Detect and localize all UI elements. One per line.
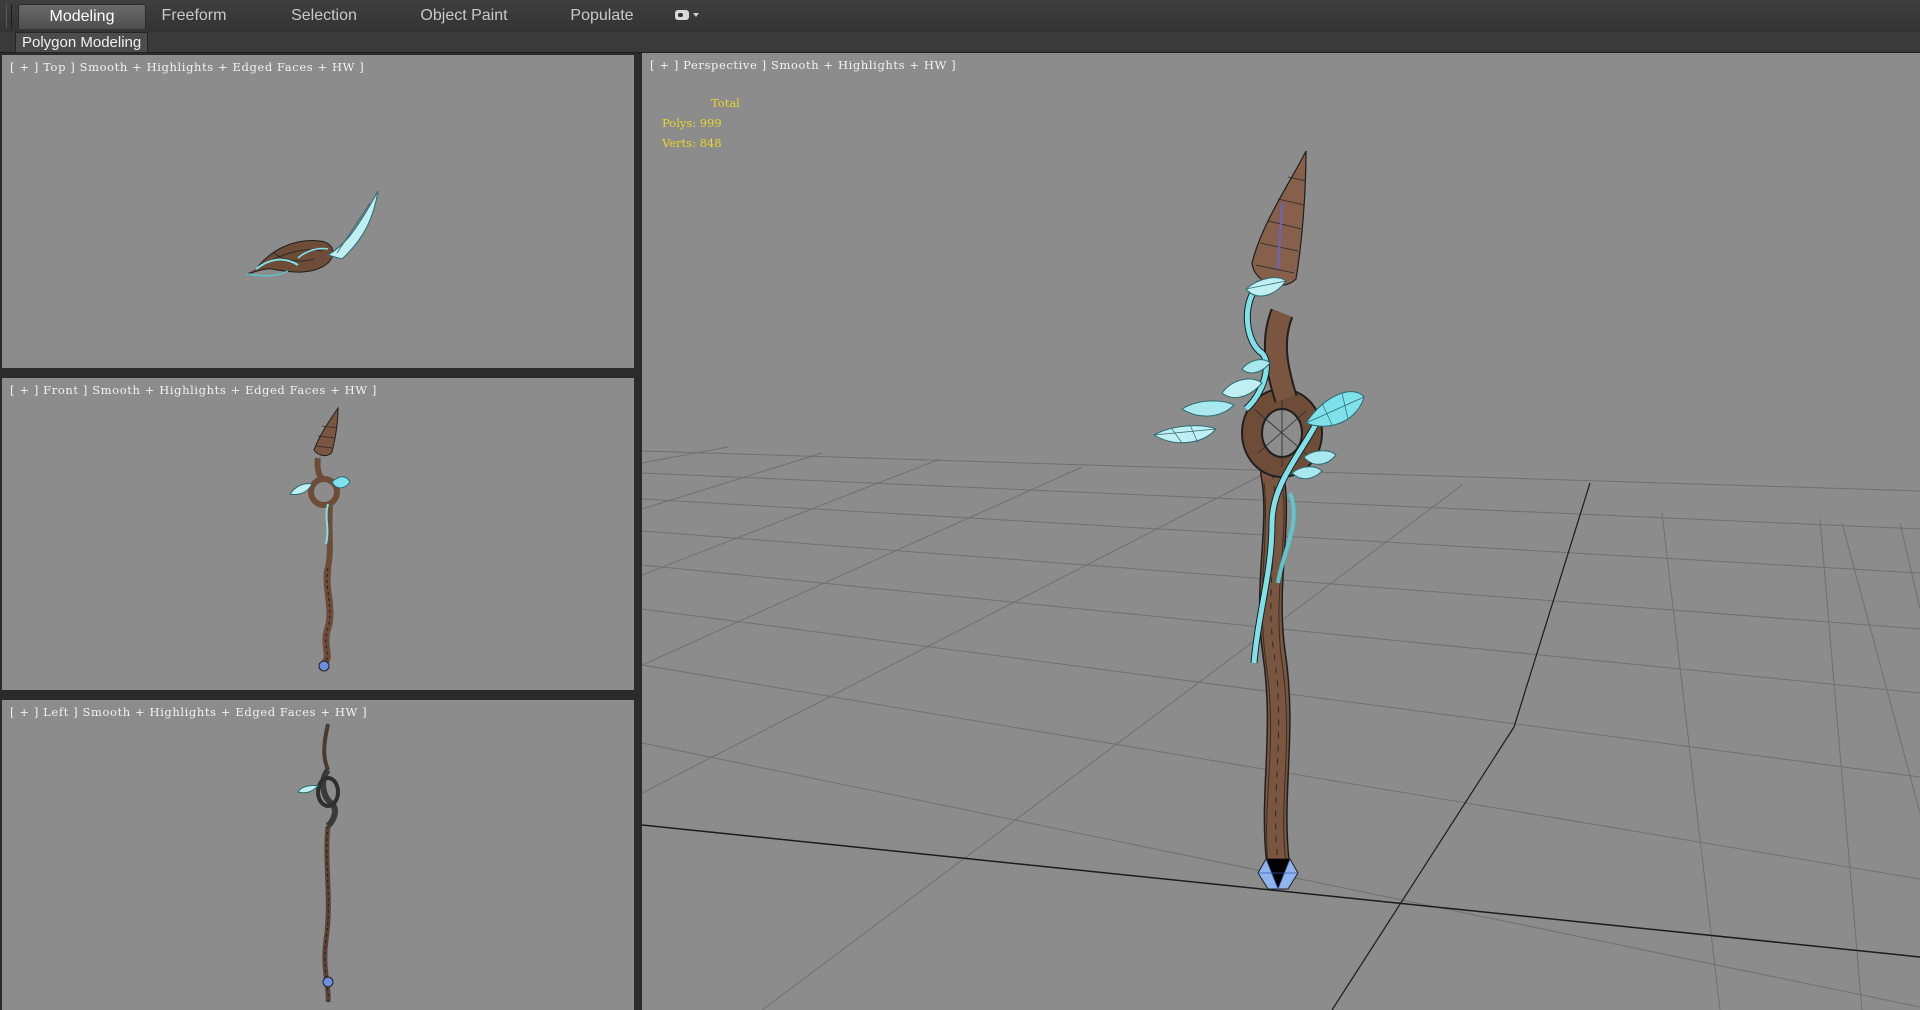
- viewport-perspective-label[interactable]: [ + ] Perspective ] Smooth + Highlights …: [650, 58, 956, 72]
- tab-freeform[interactable]: Freeform: [150, 4, 238, 28]
- viewport-left-label[interactable]: [ + ] Left ] Smooth + Highlights + Edged…: [10, 705, 367, 719]
- stats-verts: Verts: 848: [662, 136, 722, 150]
- viewport-front-label[interactable]: [ + ] Front ] Smooth + Highlights + Edge…: [10, 383, 377, 397]
- viewport-left[interactable]: [ + ] Left ] Smooth + Highlights + Edged…: [2, 700, 634, 1010]
- ribbon-options-dropdown[interactable]: [672, 9, 704, 23]
- staff-left-view: [297, 723, 340, 1003]
- ribbon-panel-bar: Polygon Modeling: [0, 32, 1920, 53]
- staff-front-view: [289, 406, 351, 672]
- viewport-top-label[interactable]: [ + ] Top ] Smooth + Highlights + Edged …: [10, 60, 364, 74]
- stats-polys: Polys: 999: [662, 116, 722, 130]
- polygon-modeling-panel-button[interactable]: Polygon Modeling: [15, 32, 149, 53]
- perspective-grid-and-staff: [642, 150, 1920, 1010]
- tab-modeling[interactable]: Modeling: [18, 4, 146, 29]
- viewport-front[interactable]: [ + ] Front ] Smooth + Highlights + Edge…: [2, 378, 634, 690]
- ribbon-grip-handle[interactable]: [6, 4, 12, 28]
- stats-title: Total: [711, 96, 740, 110]
- ribbon-tab-bar: Modeling Freeform Selection Object Paint…: [0, 0, 1920, 33]
- tab-selection[interactable]: Selection: [278, 4, 370, 28]
- viewport-top[interactable]: [ + ] Top ] Smooth + Highlights + Edged …: [2, 55, 634, 368]
- tab-object-paint[interactable]: Object Paint: [410, 4, 518, 28]
- toggle-icon: [675, 10, 689, 20]
- viewport-perspective[interactable]: [ + ] Perspective ] Smooth + Highlights …: [642, 53, 1920, 1010]
- chevron-down-icon: [693, 13, 699, 17]
- staff-top-view: [245, 190, 379, 277]
- tab-populate[interactable]: Populate: [558, 4, 646, 28]
- scene-statistics: Total Polys: 999 Verts: 848: [662, 93, 740, 153]
